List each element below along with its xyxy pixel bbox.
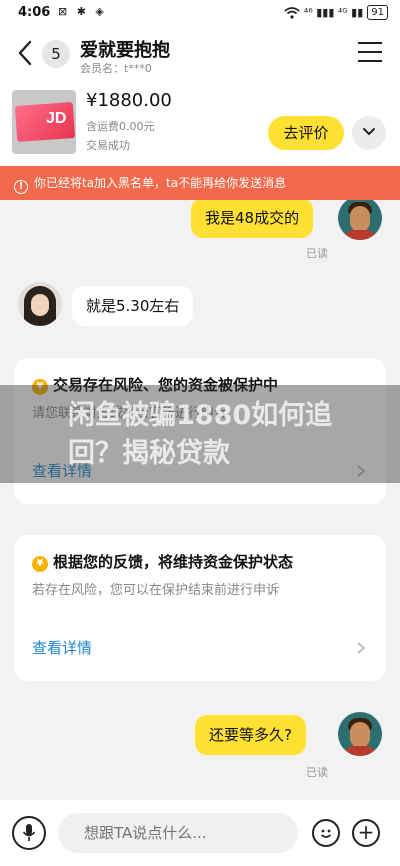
emoji-icon <box>320 829 332 838</box>
fund-protection-status-card[interactable]: ¥ 根据您的反馈，将维持资金保护状态 若存在风险，您可以在保护结束前进行申诉 查看… <box>14 535 386 681</box>
card-title-text: 交易存在风险、您的资金被保护中 <box>53 376 279 394</box>
battery-icon: 91 <box>367 5 388 20</box>
card-body-text: 若存在风险，您可以在保护结束前进行申诉 <box>32 583 280 598</box>
product-thumbnail[interactable]: JD <box>12 90 76 154</box>
expand-button[interactable] <box>352 116 386 150</box>
notification-icons: ⊠ ✱ ◈ <box>58 5 107 18</box>
view-details-link[interactable]: 查看详情 <box>32 637 92 658</box>
yen-coin-icon: ¥ <box>32 556 48 572</box>
message-input[interactable] <box>58 813 298 853</box>
banner-text: 你已经将ta加入黑名单，ta不能再给你发送消息 <box>34 176 287 190</box>
chevron-down-icon <box>363 128 375 136</box>
wifi-icon <box>284 6 300 19</box>
member-name-label: 会员名：t***0 <box>80 62 152 75</box>
contact-avatar[interactable] <box>18 282 62 326</box>
message-bubble-other[interactable]: 就是5.30左右 <box>72 286 194 326</box>
review-button[interactable]: 去评价 <box>268 116 344 150</box>
status-bar: 4:06 ⊠ ✱ ◈ ⁴⁶ ▮▮▮ ⁴ᴳ ▮▮ 91 <box>0 0 400 28</box>
unread-count-badge[interactable]: 5 <box>42 40 70 68</box>
product-price: ¥1880.00 <box>86 90 172 111</box>
product-card[interactable]: JD ¥1880.00 含运费0.00元 交易成功 去评价 <box>0 80 400 166</box>
microphone-icon <box>22 824 36 841</box>
chat-message-list[interactable]: 我是48成交的 已读 就是5.30左右 ¥ 交易存在风险、您的资金被保护中 请您联… <box>0 200 400 800</box>
status-time: 4:06 <box>18 5 51 20</box>
my-avatar[interactable] <box>338 200 382 240</box>
message-input-bar: + <box>0 800 400 866</box>
card-body-text: 请您联系对方或平台客服进行申诉 <box>32 406 228 421</box>
yen-coin-icon: ¥ <box>32 379 48 395</box>
shipping-fee: 含运费0.00元 <box>86 120 155 133</box>
trade-status: 交易成功 <box>86 139 130 152</box>
chat-header: 5 爱就要抱抱 会员名：t***0 <box>0 28 400 80</box>
voice-button[interactable] <box>12 816 46 850</box>
warning-icon: ! <box>14 180 28 194</box>
chat-title: 爱就要抱抱 <box>80 40 170 61</box>
read-receipt: 已读 <box>306 247 328 260</box>
signal-icon: ⁴⁶ ▮▮▮ ⁴ᴳ ▮▮ <box>303 6 364 19</box>
fund-protection-card[interactable]: ¥ 交易存在风险、您的资金被保护中 请您联系对方或平台客服进行申诉 查看详情 <box>14 358 386 504</box>
chevron-right-icon[interactable] <box>356 641 366 655</box>
status-right-group: ⁴⁶ ▮▮▮ ⁴ᴳ ▮▮ 91 <box>284 5 388 20</box>
card-title-text: 根据您的反馈，将维持资金保护状态 <box>53 553 294 571</box>
my-avatar[interactable] <box>338 712 382 756</box>
message-bubble-me[interactable]: 我是48成交的 <box>191 200 314 238</box>
more-menu-icon[interactable] <box>358 42 382 64</box>
view-details-link[interactable]: 查看详情 <box>32 460 92 481</box>
read-receipt: 已读 <box>306 766 328 779</box>
emoji-button[interactable] <box>312 819 340 847</box>
message-bubble-me[interactable]: 还要等多久? <box>195 715 306 755</box>
plus-button[interactable]: + <box>352 819 380 847</box>
chevron-right-icon[interactable] <box>356 464 366 478</box>
card-title: ¥ 交易存在风险、您的资金被保护中 <box>32 374 278 395</box>
thumbnail-logo-text: JD <box>46 110 67 127</box>
back-arrow-icon[interactable] <box>14 38 38 68</box>
blacklist-notice-banner: ! 你已经将ta加入黑名单，ta不能再给你发送消息 <box>0 166 400 200</box>
card-title: ¥ 根据您的反馈，将维持资金保护状态 <box>32 551 293 572</box>
